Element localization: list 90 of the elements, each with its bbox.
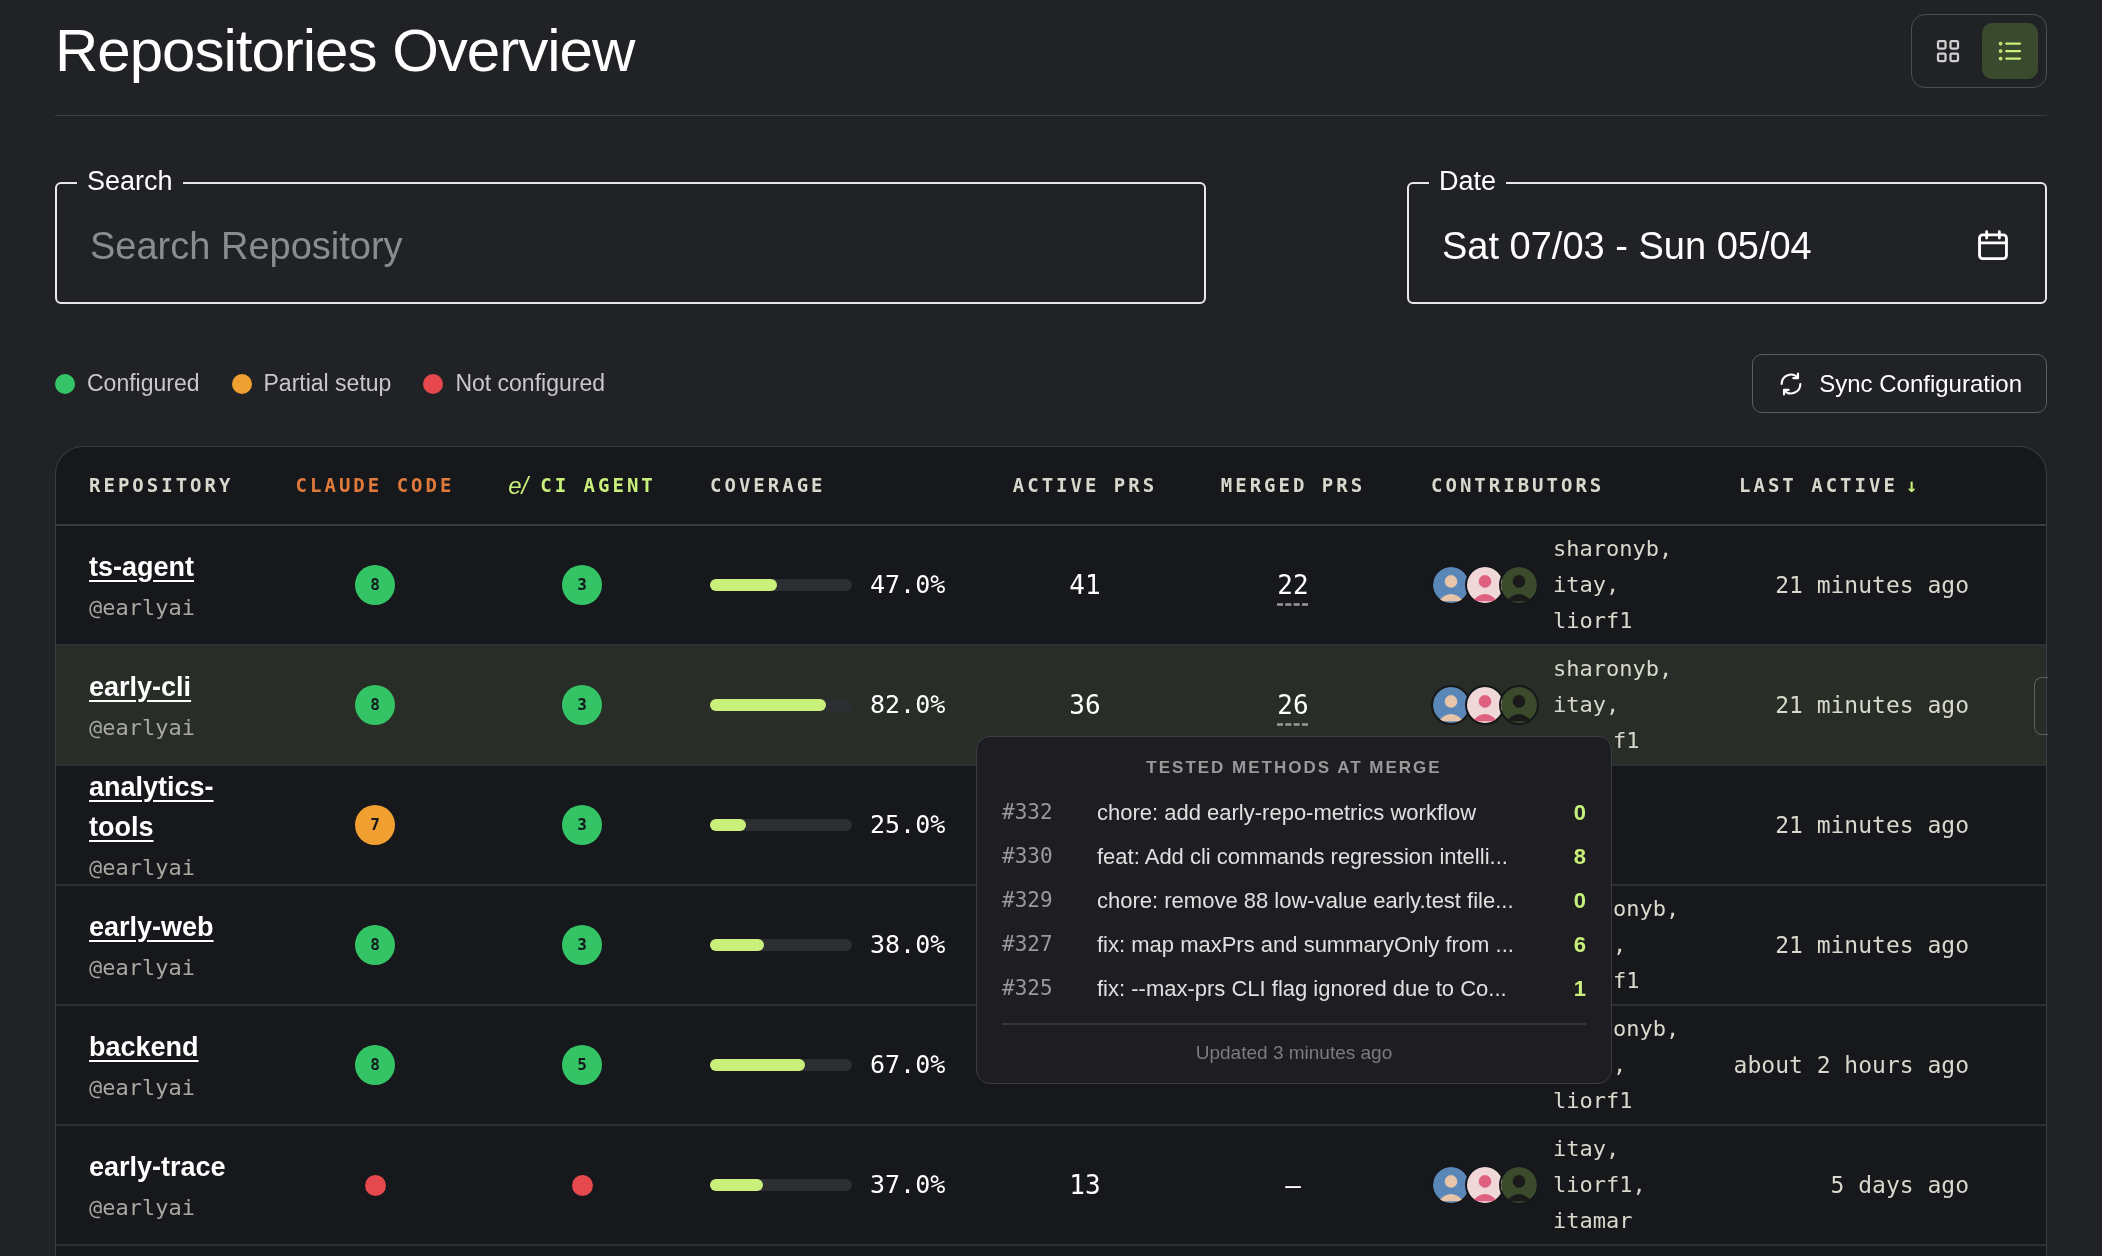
contributor-name: sharonyb, bbox=[1553, 655, 1673, 683]
column-header[interactable]: CONTRIBUTORS bbox=[1431, 471, 1605, 500]
pr-number: #327 bbox=[1002, 930, 1054, 958]
count-badge: 8 bbox=[355, 925, 395, 965]
table-row[interactable]: early-trace @earlyai 37.0% 13 – itay, liorf1, itamar 5 days ago bbox=[56, 1126, 2046, 1246]
last-active: 21 minutes ago bbox=[1775, 690, 1969, 720]
count-badge: 3 bbox=[562, 805, 602, 845]
contributor-name: itay, bbox=[1553, 1135, 1620, 1163]
contributor-name: liorf1, bbox=[1553, 1171, 1646, 1199]
last-active: 21 minutes ago bbox=[1775, 810, 1969, 840]
pr-number: #325 bbox=[1002, 974, 1054, 1002]
contributor-name: itay, bbox=[1553, 691, 1620, 719]
logo-icon: e/ bbox=[508, 467, 529, 504]
list-view-button[interactable] bbox=[1982, 22, 2038, 79]
method-count: 1 bbox=[1572, 975, 1586, 1003]
page-title: Repositories Overview bbox=[55, 20, 635, 81]
coverage-value: 38.0% bbox=[870, 929, 946, 962]
sort-icon[interactable]: ↓ bbox=[1905, 471, 1918, 500]
column-header[interactable]: ACTIVE PRS bbox=[1012, 471, 1158, 500]
column-header[interactable]: CLAUDE CODE bbox=[295, 471, 455, 500]
legend-label: Not configured bbox=[455, 369, 605, 399]
contributor-name: , bbox=[1613, 931, 1627, 959]
merged-prs[interactable]: 22 bbox=[1277, 565, 1309, 605]
pr-title: chore: add early-repo-metrics workflow bbox=[1097, 799, 1478, 827]
method-count: 0 bbox=[1572, 887, 1586, 915]
count-badge: 3 bbox=[562, 565, 602, 605]
sync-button[interactable]: Sync Configuration bbox=[1752, 354, 2047, 413]
last-active: 21 minutes ago bbox=[1775, 930, 1969, 960]
coverage-value: 47.0% bbox=[870, 569, 946, 602]
column-header[interactable]: CI AGENT bbox=[540, 471, 656, 500]
coverage-value: 67.0% bbox=[870, 1049, 946, 1082]
contributor-name: itay, bbox=[1553, 571, 1620, 599]
date-value: Sat 07/03 - Sun 05/04 bbox=[1442, 223, 1812, 269]
coverage-value: 82.0% bbox=[870, 689, 946, 722]
active-prs: 36 bbox=[1069, 688, 1101, 722]
last-active: about 2 hours ago bbox=[1733, 1050, 1969, 1080]
count-badge: 8 bbox=[355, 565, 395, 605]
pr-title: chore: remove 88 low-value early.test file... bbox=[1097, 887, 1515, 915]
pr-number: #329 bbox=[1002, 886, 1054, 914]
last-active: 5 days ago bbox=[1830, 1170, 1969, 1200]
pr-title: fix: map maxPrs and summaryOnly from ... bbox=[1097, 931, 1515, 959]
repo-owner: @earlyai bbox=[89, 953, 195, 982]
active-prs: 41 bbox=[1069, 568, 1101, 602]
contributor-name: liorf1 bbox=[1553, 607, 1633, 635]
legend-label: Configured bbox=[87, 369, 200, 399]
count-badge: 3 bbox=[562, 685, 602, 725]
merged-prs[interactable]: 26 bbox=[1277, 685, 1309, 725]
method-count: 0 bbox=[1572, 799, 1586, 827]
column-header[interactable]: COVERAGE bbox=[710, 471, 826, 500]
count-badge: 3 bbox=[562, 925, 602, 965]
pr-number: #330 bbox=[1002, 842, 1054, 870]
drag-handle[interactable] bbox=[2034, 677, 2048, 735]
repo-link[interactable]: ts-agent bbox=[89, 546, 194, 587]
repo-owner: @earlyai bbox=[89, 593, 195, 622]
contributor-name: f1 bbox=[1613, 967, 1640, 995]
contributor-name: itamar bbox=[1553, 1207, 1633, 1235]
contributor-name: onyb, bbox=[1613, 1015, 1680, 1043]
repo-link[interactable]: analytics-tools bbox=[89, 766, 239, 847]
repo-owner: @earlyai bbox=[89, 713, 195, 742]
active-prs: 13 bbox=[1069, 1168, 1101, 1202]
coverage-value: 37.0% bbox=[870, 1169, 946, 1202]
merged-prs: – bbox=[1285, 1168, 1301, 1202]
contributor-name: f1 bbox=[1613, 727, 1640, 755]
repo-owner: @earlyai bbox=[89, 853, 195, 882]
pr-title: fix: --max-prs CLI flag ignored due to Co... bbox=[1097, 975, 1508, 1003]
repo-link[interactable]: early-cli bbox=[89, 666, 192, 707]
method-count: 8 bbox=[1572, 843, 1586, 871]
pr-title: feat: Add cli commands regression intelli... bbox=[1097, 843, 1509, 871]
tooltip-footer: Updated 3 minutes ago bbox=[1002, 1038, 1586, 1067]
coverage-value: 25.0% bbox=[870, 809, 946, 842]
method-count: 6 bbox=[1572, 931, 1586, 959]
repo-name: early-trace bbox=[89, 1150, 226, 1184]
count-badge: 7 bbox=[355, 805, 395, 845]
contributor-name: liorf1 bbox=[1553, 1087, 1633, 1115]
pr-number: #332 bbox=[1002, 798, 1054, 826]
contributor-name: onyb, bbox=[1613, 895, 1680, 923]
count-badge: 5 bbox=[562, 1045, 602, 1085]
column-header[interactable]: LAST ACTIVE bbox=[1739, 471, 1898, 500]
repo-owner: @earlyai bbox=[89, 1193, 195, 1222]
repo-owner: @earlyai bbox=[89, 1073, 195, 1102]
column-header[interactable]: MERGED PRS bbox=[1220, 471, 1366, 500]
count-badge: 8 bbox=[355, 1045, 395, 1085]
contributor-name: , bbox=[1613, 1051, 1627, 1079]
repo-link[interactable]: backend bbox=[89, 1026, 199, 1067]
repo-link[interactable]: early-web bbox=[89, 906, 214, 947]
last-active: 21 minutes ago bbox=[1775, 570, 1969, 600]
count-badge: 8 bbox=[355, 685, 395, 725]
contributor-name: sharonyb, bbox=[1553, 535, 1673, 563]
column-header[interactable]: REPOSITORY bbox=[89, 471, 234, 500]
legend-label: Partial setup bbox=[263, 369, 392, 399]
